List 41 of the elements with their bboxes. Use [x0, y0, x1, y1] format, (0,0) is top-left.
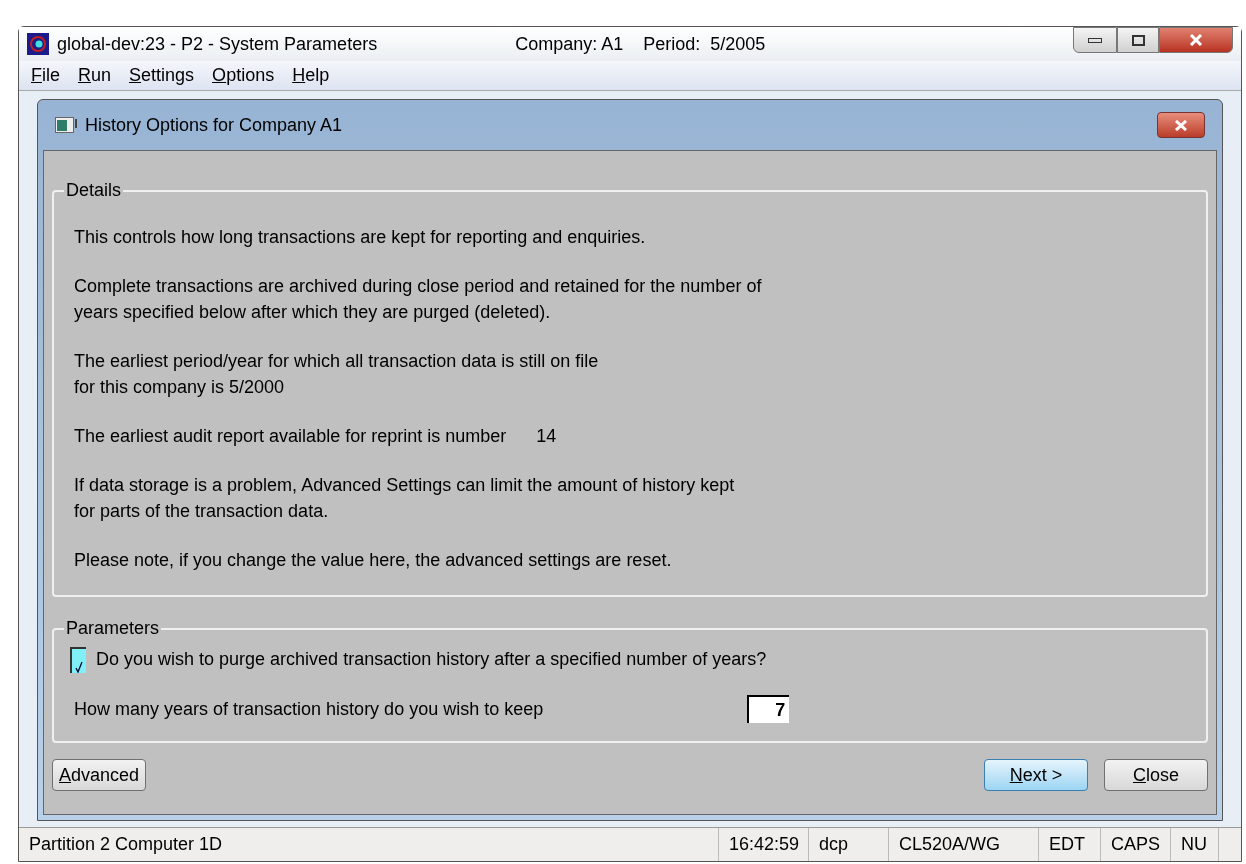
menu-item[interactable]: Settings — [129, 62, 195, 89]
info-text: If data storage is a problem, Advanced Settings can limit the amount of history kept for parts of the transaction data. — [74, 474, 735, 523]
report-number: 14 — [536, 425, 557, 448]
dialog-button[interactable]: Next > — [984, 759, 1088, 791]
status-bar-pane: CL520A/WG — [889, 828, 1039, 861]
dialog-close-button[interactable] — [1157, 112, 1205, 138]
status-bar-pane: Partition 2 Computer 1D — [19, 828, 719, 861]
window-title: global-dev:23 - P2 - System Parameters — [57, 32, 378, 56]
close-icon — [1189, 34, 1203, 46]
minimize-button[interactable] — [1073, 27, 1117, 53]
info-text: Complete transactions are archived during close period and retained for the number of years specified below after which they are purged (deleted). — [74, 275, 762, 324]
info-text: The earliest period/year for which all transaction data is still on file for this company is 5/2000 — [74, 350, 599, 399]
purge-checkbox[interactable] — [70, 646, 86, 673]
menu-item[interactable]: File — [31, 62, 60, 89]
dialog-button[interactable]: Close — [1104, 759, 1208, 791]
status-bar-pane: dcp — [809, 828, 889, 861]
close-icon — [1174, 119, 1188, 131]
company-label: Company: A1 — [515, 32, 624, 56]
dialog-title: History Options for Company A1 — [85, 113, 343, 137]
dialog-icon — [55, 117, 77, 133]
group-label: Parameters — [65, 617, 161, 640]
period-label: Period: 5/2005 — [643, 32, 766, 56]
menu-item[interactable]: Run — [78, 62, 112, 89]
close-button[interactable] — [1159, 27, 1233, 53]
purge-label: Do you wish to purge archived transaction history after a specified number of years? — [96, 648, 767, 671]
years-label: How many years of transaction history do you wish to keep — [74, 697, 544, 721]
status-bar-pane: EDT — [1039, 828, 1101, 861]
status-bar-pane: NU — [1171, 828, 1219, 861]
menu-item[interactable]: Help — [292, 62, 330, 89]
menu-item[interactable]: Options — [212, 62, 275, 89]
check-icon — [75, 660, 83, 673]
app-icon — [27, 33, 49, 55]
status-bar-pane: CAPS — [1101, 828, 1171, 861]
group-label: Details — [65, 179, 123, 202]
dialog-button[interactable]: Advanced — [52, 759, 147, 791]
info-text: The earliest audit report available for reprint is number — [74, 425, 507, 448]
maximize-button[interactable] — [1117, 27, 1159, 53]
status-bar-pane: 16:42:59 — [719, 828, 809, 861]
info-text: Please note, if you change the value here, the advanced settings are reset. — [74, 549, 672, 572]
info-text: This controls how long transactions are kept for reporting and enquiries. — [74, 226, 646, 249]
years-field[interactable]: 7 — [747, 695, 790, 723]
